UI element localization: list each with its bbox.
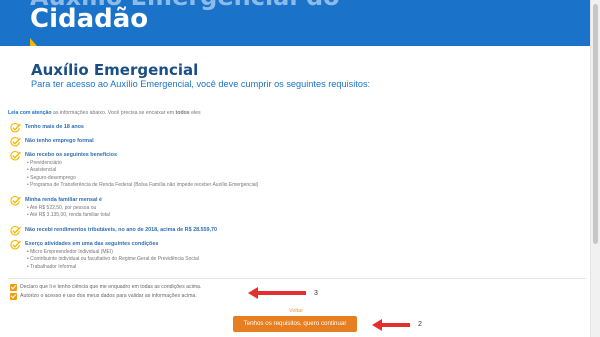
checkmark-circle-icon [10,137,21,147]
requirement-title: Minha renda familiar mensal é [25,197,102,203]
authorization-checkbox-label[interactable]: Autorizo o acesso e uso dos meus dados p… [20,293,197,299]
checkmark-circle-icon [10,226,21,236]
page-subtitle: Para ter acesso ao Auxílio Emergencial, … [31,79,371,89]
requirement-subitem: • Contribuinte individual ou facultativo… [27,256,199,262]
annotation-arrow-3 [248,287,306,299]
requirement-title: Exerço atividades em uma das seguintes c… [25,241,159,247]
checkmark-circle-icon [10,123,21,133]
requirement-title: Tenho mais de 18 anos [25,124,84,130]
banner-corner-accent [30,38,37,46]
authorization-checkbox[interactable] [10,293,17,300]
requirement-subitem: • Até R$ 522,50, por pessoa ou [27,205,97,211]
intro-tail: eles [189,110,201,116]
requirement-subitem: • Programa de Transferência de Renda Fed… [27,182,259,188]
requirement-subitem: • Trabalhador Informal [27,264,77,270]
requirement-subitem: • Micro Empreendedor Individual (MEI) [27,249,113,255]
vertical-scrollbar[interactable] [590,0,600,337]
continue-button[interactable]: Tenhos os requisitos, quero continuar [233,316,357,332]
requirement-subitem: • Assistencial [27,167,57,173]
arrow-shaft [257,291,306,295]
scrollbar-thumb[interactable] [593,4,598,244]
requirement-subitem: • Seguro-desemprego [27,175,76,181]
intro-highlight: Leia com atenção [8,110,52,116]
intro-bold: todos [175,110,190,116]
section-divider [8,278,586,279]
requirement-subitem: • Previdenciário [27,160,62,166]
checkmark-circle-icon [10,151,21,161]
banner-title: Cidadão [30,4,149,34]
requirement-title: Não tenho emprego formal [25,138,94,144]
checkmark-circle-icon [10,240,21,250]
checkmark-circle-icon [10,196,21,206]
requirement-title: Não recebo os seguintes benefícios [25,152,117,158]
intro-text: Leia com atenção as informações abaixo. … [8,110,201,116]
annotation-number-3: 3 [314,290,318,297]
header-banner: Auxílio Emergencial do Cidadão [0,0,590,46]
declaration-checkbox-label[interactable]: Declaro que li e tenho ciência que me en… [20,284,201,290]
requirement-title: Não recebi rendimentos tributáveis, no a… [25,227,218,233]
arrow-shaft [381,323,410,327]
intro-body: as informações abaixo. Você precisa se e… [51,110,176,116]
page-title: Auxílio Emergencial [31,61,199,79]
declaration-checkbox[interactable] [10,284,17,291]
requirement-subitem: • Até R$ 3.135,00, renda familiar total [27,212,110,218]
annotation-number-2: 2 [418,321,422,328]
annotation-arrow-2 [372,319,410,331]
back-link[interactable]: Voltar [289,308,303,314]
